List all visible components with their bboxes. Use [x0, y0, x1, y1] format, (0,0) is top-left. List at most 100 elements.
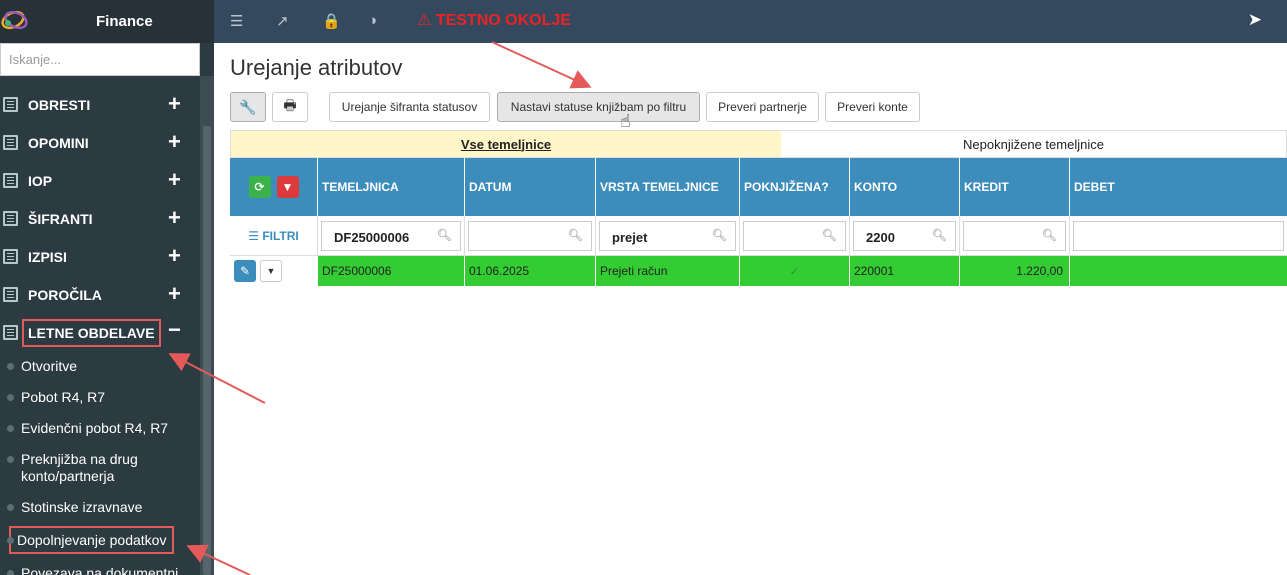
wrench-button[interactable]: 🔧: [230, 92, 266, 122]
printer-icon: 🖶: [283, 97, 297, 113]
filter-datum-input[interactable]: 🔍︎: [468, 220, 592, 251]
list-icon: [3, 211, 18, 226]
column-header[interactable]: POKNJIŽENA?: [740, 158, 850, 216]
header-actions: ⟳ ▼: [230, 158, 318, 216]
collapse-icon[interactable]: −: [168, 317, 181, 343]
submenu-item-label: Pobot R4, R7: [21, 389, 106, 405]
filter-button[interactable]: ▼: [276, 176, 299, 198]
set-statuses-by-filter-button[interactable]: Nastavi statuse knjižbam po filtru: [497, 92, 700, 122]
brand[interactable]: Finance: [0, 0, 214, 43]
filter-temeljnica-input[interactable]: DF25000006 🔍︎: [321, 220, 461, 251]
list-icon: [3, 249, 18, 264]
print-button[interactable]: 🖶: [272, 92, 308, 122]
submenu-item-stotinske[interactable]: Stotinske izravnave: [0, 499, 200, 516]
page-title: Urejanje atributov: [230, 55, 403, 80]
list-icon: [3, 287, 18, 302]
sidebar-menu: OBRESTI + OPOMINI + IOP + ŠIFRANTI + IZP…: [0, 86, 200, 575]
contrast-icon[interactable]: ◑: [368, 12, 377, 29]
submenu-item-label: Otvoritve: [21, 358, 78, 374]
sidebar-item-sifranti[interactable]: ŠIFRANTI +: [0, 200, 200, 238]
filters-toggle[interactable]: ☰ FILTRI: [230, 216, 318, 255]
filter-value: DF25000006: [334, 229, 410, 245]
external-link-icon[interactable]: ↗: [276, 12, 289, 30]
filter-vrsta-input[interactable]: prejet 🔍︎: [599, 220, 736, 251]
cell-debet: [1070, 256, 1287, 286]
search-icon: 🔍︎: [436, 227, 452, 242]
sidebar-item-label: OPOMINI: [28, 135, 89, 151]
scrollbar-thumb[interactable]: [203, 126, 211, 575]
sidebar-item-label: POROČILA: [28, 287, 102, 303]
filters-label: FILTRI: [262, 228, 299, 243]
submenu-item-label-line2: konto/partnerja: [21, 468, 115, 484]
expand-icon[interactable]: +: [168, 129, 181, 155]
cell-datum: 01.06.2025: [465, 256, 596, 286]
expand-icon[interactable]: +: [168, 281, 181, 307]
sidebar-item-label: LETNE OBDELAVE: [22, 319, 161, 347]
expand-icon[interactable]: +: [168, 205, 181, 231]
filter-kredit-input[interactable]: 🔍︎: [963, 220, 1066, 251]
bullet-icon: [7, 394, 14, 401]
sidebar-item-iop[interactable]: IOP +: [0, 162, 200, 200]
warning-icon: ⚠: [417, 12, 432, 29]
tab-unposted-vouchers[interactable]: Nepoknjižene temeljnice: [781, 131, 1286, 157]
submenu-item-label: Stotinske izravnave: [21, 499, 143, 515]
filter-debet-input[interactable]: [1073, 220, 1284, 251]
sidebar-item-label: IZPISI: [28, 249, 67, 265]
search-input[interactable]: Iskanje...: [0, 43, 200, 76]
sidebar-item-letne-obdelave[interactable]: LETNE OBDELAVE −: [0, 314, 200, 352]
sidebar-item-label: IOP: [28, 173, 53, 189]
submenu-item-otvoritve[interactable]: Otvoritve: [0, 358, 200, 375]
sidebar-scrollbar[interactable]: [200, 76, 214, 575]
filter-cell: [1070, 216, 1287, 255]
list-icon: [3, 135, 18, 150]
lock-icon[interactable]: 🔒: [322, 12, 341, 30]
check-accounts-button[interactable]: Preveri konte: [825, 92, 920, 122]
row-dropdown-button[interactable]: ▼: [260, 260, 282, 282]
refresh-button[interactable]: ⟳: [248, 176, 271, 198]
check-partners-button[interactable]: Preveri partnerje: [706, 92, 819, 122]
tab-all-vouchers[interactable]: Vse temeljnice: [231, 131, 781, 157]
search-icon: 🔍︎: [567, 227, 583, 242]
submenu-item-label: Preknjižba na drug: [21, 451, 138, 467]
expand-icon[interactable]: +: [168, 167, 181, 193]
tab-bar: Vse temeljnice Nepoknjižene temeljnice: [230, 130, 1287, 158]
vouchers-grid: ⟳ ▼ TEMELJNICA DATUM VRSTA TEMELJNICE PO…: [230, 158, 1287, 286]
edit-status-codes-button[interactable]: Urejanje šifranta statusov: [329, 92, 490, 122]
submenu-item-dopolnjevanje[interactable]: Dopolnjevanje podatkov: [0, 526, 200, 554]
filter-poknjizena-input[interactable]: 🔍︎: [743, 220, 846, 251]
sidebar: Finance Iskanje... OBRESTI + OPOMINI + I…: [0, 0, 214, 575]
submenu-item-evidencni-pobot[interactable]: Evidenčni pobot R4, R7: [0, 420, 200, 437]
filter-cell: 🔍︎: [465, 216, 596, 255]
list-icon: [3, 97, 18, 112]
edit-button[interactable]: ✎: [234, 260, 256, 282]
expand-icon[interactable]: +: [168, 91, 181, 117]
filter-konto-input[interactable]: 2200 🔍︎: [853, 220, 956, 251]
sidebar-item-izpisi[interactable]: IZPISI +: [0, 238, 200, 276]
send-icon[interactable]: ➤: [1248, 10, 1262, 30]
submenu-item-pobot[interactable]: Pobot R4, R7: [0, 389, 200, 406]
sidebar-item-label: OBRESTI: [28, 97, 91, 113]
expand-icon[interactable]: +: [168, 243, 181, 269]
brand-name: Finance: [96, 13, 153, 30]
submenu-item-preknjizba[interactable]: Preknjižba na drug konto/partnerja: [0, 451, 200, 485]
cell-poknjizena: ✓: [740, 256, 850, 286]
column-header[interactable]: KONTO: [850, 158, 960, 216]
sidebar-item-porocila[interactable]: POROČILA +: [0, 276, 200, 314]
grid-filter-row: ☰ FILTRI DF25000006 🔍︎ 🔍︎ prejet 🔍︎ 🔍︎ 220…: [230, 216, 1287, 256]
hand-cursor-icon: ☝: [620, 111, 631, 131]
column-header[interactable]: KREDIT: [960, 158, 1070, 216]
wrench-icon: 🔧: [239, 98, 257, 115]
list-icon: [3, 325, 18, 340]
submenu-item-povezava[interactable]: Povezava na dokumentni: [0, 565, 200, 575]
sidebar-item-obresti[interactable]: OBRESTI +: [0, 86, 200, 124]
column-header[interactable]: TEMELJNICA: [318, 158, 465, 216]
column-header[interactable]: DATUM: [465, 158, 596, 216]
cell-temeljnica: DF25000006: [318, 256, 465, 286]
column-header[interactable]: VRSTA TEMELJNICE: [596, 158, 740, 216]
menu-toggle-icon[interactable]: ☰: [230, 12, 243, 30]
environment-warning: ⚠ TESTNO OKOLJE: [417, 10, 571, 30]
search-icon: 🔍︎: [821, 227, 837, 242]
table-row[interactable]: ✎ ▼ DF25000006 01.06.2025 Prejeti račun …: [230, 256, 1287, 286]
sidebar-item-opomini[interactable]: OPOMINI +: [0, 124, 200, 162]
column-header[interactable]: DEBET: [1070, 158, 1287, 216]
